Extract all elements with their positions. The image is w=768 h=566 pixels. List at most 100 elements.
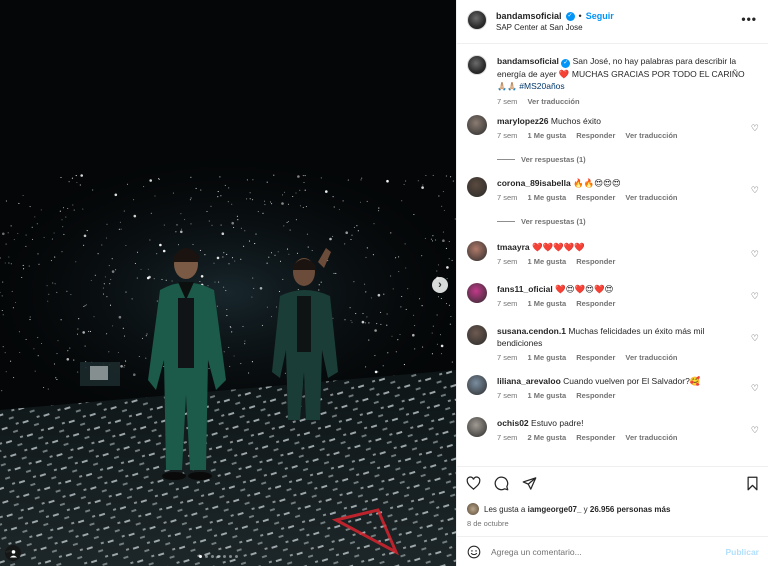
post-side-panel: bandamsoficial ✓ • Seguir SAP Center at … [456, 0, 768, 566]
reply-button[interactable]: Responder [576, 353, 615, 362]
caption-emojis: 🙏🏼🙏🏼 [497, 81, 517, 91]
comment-like-heart-icon[interactable]: ♡ [751, 249, 759, 260]
more-options-icon[interactable]: ••• [741, 12, 757, 26]
post-dialog: › bandamsoficial ✓ • Seguir SAP Center a… [0, 0, 768, 566]
translate-link[interactable]: Ver traducción [625, 353, 677, 362]
carousel-dot [223, 555, 226, 558]
emoji-icon[interactable] [467, 545, 481, 559]
reply-button[interactable]: Responder [576, 131, 615, 140]
commenter-avatar[interactable] [467, 375, 487, 395]
comment-text: ❤️😍❤️😍❤️😍 [555, 284, 614, 294]
add-comment-bar: Publicar [457, 536, 768, 566]
commenter-username[interactable]: tmaayra [497, 242, 530, 252]
next-slide-button[interactable]: › [432, 277, 448, 293]
reply-button[interactable]: Responder [576, 299, 615, 308]
comment-likes[interactable]: 1 Me gusta [527, 193, 566, 202]
caption-username[interactable]: bandamsoficial [497, 56, 559, 66]
translate-link[interactable]: Ver traducción [625, 131, 677, 140]
carousel-dot [205, 555, 208, 558]
comments-list[interactable]: bandamsoficial ✓ San José, no hay palabr… [457, 45, 768, 463]
comment-text: 🔥🔥😍😍😍 [573, 178, 621, 188]
caption-translate-link[interactable]: Ver traducción [527, 97, 579, 106]
commenter-avatar[interactable] [467, 283, 487, 303]
follow-button[interactable]: Seguir [586, 11, 614, 21]
carousel-dot [211, 555, 214, 558]
caption-author-avatar[interactable] [467, 55, 487, 75]
view-replies-button[interactable]: Ver respuestas (1) [497, 217, 586, 226]
post-header: bandamsoficial ✓ • Seguir SAP Center at … [457, 0, 768, 44]
commenter-username[interactable]: liliana_arevaloo [497, 376, 561, 386]
post-date[interactable]: 8 de octubre [467, 519, 509, 528]
concert-photo [0, 0, 456, 566]
commenter-username[interactable]: marylopez26 [497, 116, 549, 126]
carousel-indicator [199, 555, 238, 558]
commenter-username[interactable]: corona_89isabella [497, 178, 571, 188]
comment-text: Estuvo padre! [531, 418, 584, 428]
bookmark-icon[interactable] [745, 476, 760, 491]
caption-heart-emoji: ❤️ [558, 68, 570, 79]
comment-like-heart-icon[interactable]: ♡ [751, 383, 759, 394]
carousel-dot [217, 555, 220, 558]
comment-like-heart-icon[interactable]: ♡ [751, 185, 759, 196]
verified-badge-icon: ✓ [565, 11, 575, 21]
translate-link[interactable]: Ver traducción [625, 193, 677, 202]
comment-time: 7 sem [497, 353, 518, 362]
tagged-users-button[interactable] [5, 545, 21, 561]
comment-text: ❤️❤️❤️❤️❤️ [531, 242, 585, 252]
comment-likes[interactable]: 2 Me gusta [527, 433, 566, 442]
share-icon[interactable] [522, 476, 537, 491]
comment-text: Muchos éxito [550, 116, 601, 126]
view-replies-label: Ver respuestas (1) [521, 217, 586, 226]
commenter-username[interactable]: fans11_oficial [497, 284, 553, 294]
comment-text: Cuando vuelven por El Salvador?🥰 [563, 376, 701, 386]
author-avatar[interactable] [467, 10, 487, 30]
author-username[interactable]: bandamsoficial [496, 11, 562, 21]
comment-likes[interactable]: 1 Me gusta [527, 299, 566, 308]
likes-user[interactable]: iamgeorge07_ [528, 505, 582, 514]
comment-time: 7 sem [497, 131, 518, 140]
carousel-dot [199, 555, 202, 558]
commenter-avatar[interactable] [467, 241, 487, 261]
heart-icon[interactable] [466, 476, 481, 491]
likes-count[interactable]: 26.956 personas más [590, 505, 671, 514]
reply-button[interactable]: Responder [576, 193, 615, 202]
replies-divider [497, 159, 515, 160]
comment-likes[interactable]: 1 Me gusta [527, 391, 566, 400]
liker-avatar [467, 503, 479, 515]
caption-hashtag[interactable]: #MS20años [519, 81, 564, 91]
comment-likes[interactable]: 1 Me gusta [527, 131, 566, 140]
commenter-avatar[interactable] [467, 325, 487, 345]
comment-like-heart-icon[interactable]: ♡ [751, 291, 759, 302]
comment-like-heart-icon[interactable]: ♡ [751, 123, 759, 134]
comment-likes[interactable]: 1 Me gusta [527, 257, 566, 266]
commenter-avatar[interactable] [467, 417, 487, 437]
commenter-username[interactable]: susana.cendon.1 [497, 326, 566, 336]
comment-input[interactable] [490, 546, 726, 557]
reply-button[interactable]: Responder [576, 433, 615, 442]
post-location[interactable]: SAP Center at San Jose [496, 23, 614, 32]
likes-prefix: Les gusta a [484, 504, 526, 514]
comment-like-heart-icon[interactable]: ♡ [751, 333, 759, 344]
likes-summary[interactable]: Les gusta a iamgeorge07_ y 26.956 person… [467, 503, 670, 515]
commenter-avatar[interactable] [467, 177, 487, 197]
comment-icon[interactable] [494, 476, 509, 491]
view-replies-button[interactable]: Ver respuestas (1) [497, 155, 586, 164]
reply-button[interactable]: Responder [576, 257, 615, 266]
publish-button[interactable]: Publicar [725, 547, 759, 557]
verified-badge-icon: ✓ [561, 58, 571, 68]
view-replies-label: Ver respuestas (1) [521, 155, 586, 164]
comment-time: 7 sem [497, 193, 518, 202]
comment-likes[interactable]: 1 Me gusta [527, 353, 566, 362]
comment-like-heart-icon[interactable]: ♡ [751, 425, 759, 436]
carousel-dot [235, 555, 238, 558]
person-icon [9, 549, 17, 558]
reply-button[interactable]: Responder [576, 391, 615, 400]
translate-link[interactable]: Ver traducción [625, 433, 677, 442]
replies-divider [497, 221, 515, 222]
commenter-avatar[interactable] [467, 115, 487, 135]
commenter-username[interactable]: ochis02 [497, 418, 529, 428]
comment-time: 7 sem [497, 433, 518, 442]
comment-time: 7 sem [497, 257, 518, 266]
likes-suffix: y [583, 504, 588, 514]
post-media[interactable]: › [0, 0, 456, 566]
